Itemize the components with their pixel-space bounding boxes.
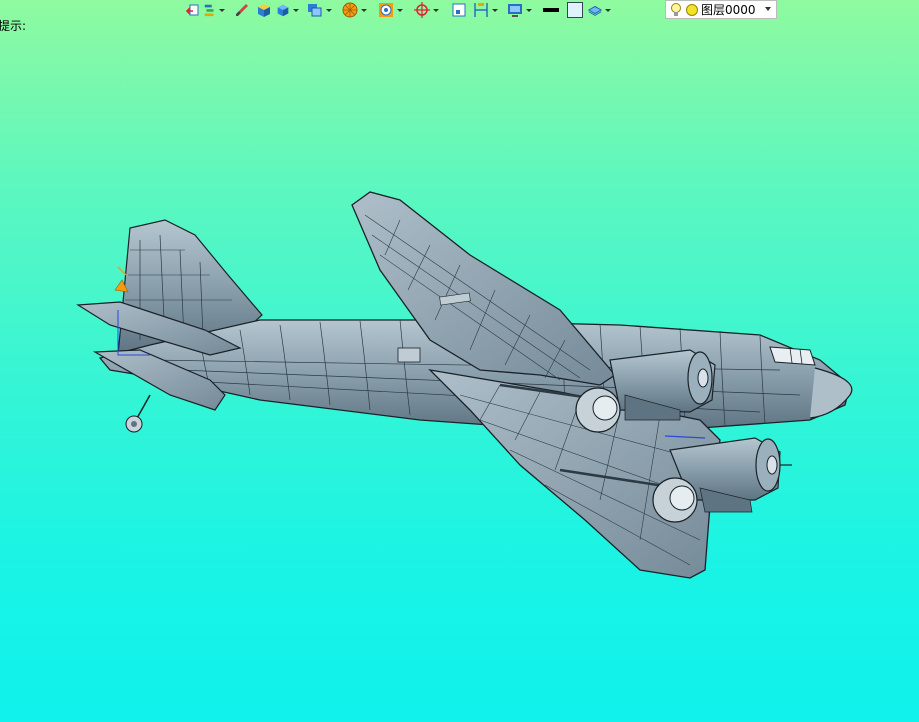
3d-viewport[interactable]: 提示: 图层0000	[0, 0, 919, 722]
aircraft-model[interactable]	[0, 0, 919, 722]
cockpit-window	[769, 346, 816, 366]
cargo-door	[397, 347, 421, 363]
engine-lower	[652, 437, 792, 523]
nose	[809, 367, 853, 419]
